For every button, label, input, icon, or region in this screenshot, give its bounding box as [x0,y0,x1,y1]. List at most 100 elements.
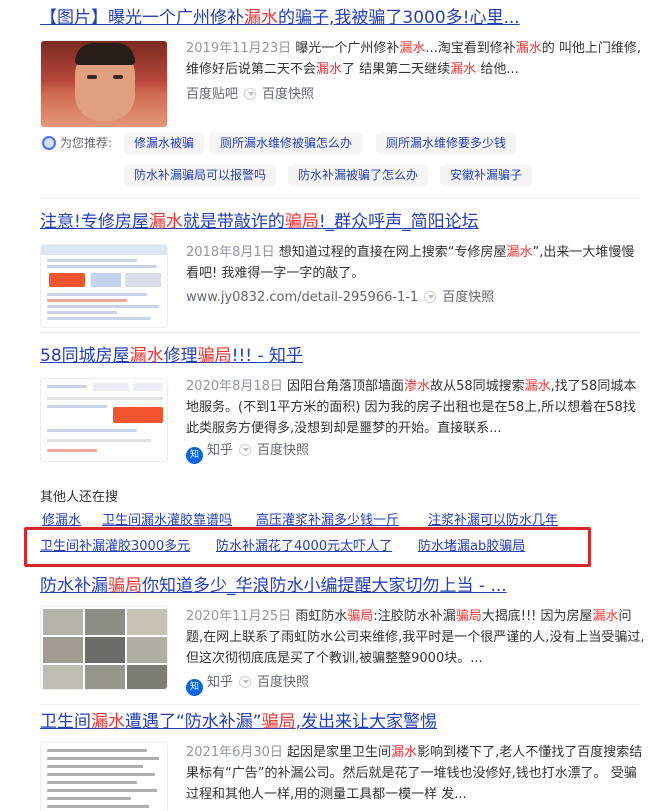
recommend-tag[interactable]: 安徽补漏骗子 [440,164,533,186]
recommend-tag[interactable]: 防水补漏被骗了怎么办 [288,164,429,186]
webpage-screenshot-image [41,245,167,327]
title-highlight[interactable]: 骗局 [262,712,296,732]
result-title[interactable]: 防水补漏骗局你知道多少_华浪防水小编提醒大家切勿上当 - ... [40,574,507,598]
snippet-text: 大揭底!!! 因为房屋 [481,609,593,624]
snippet-highlight: 漏水 [391,745,418,760]
dropdown-icon[interactable] [239,444,252,456]
others-search-title: 其他人还在搜 [40,490,119,505]
related-search-link[interactable]: 防水补漏花了4000元太吓人了 [216,538,392,556]
title-text[interactable]: 防水补漏 [40,576,108,596]
title-text[interactable]: 卫生间 [40,712,91,732]
result-title[interactable]: 注意!专修房屋漏水就是带敲诈的骗局!_群众呼声_简阳论坛 [40,210,479,234]
source-name[interactable]: 百度贴吧 [186,87,238,102]
snippet-highlight: 漏水 [524,379,551,394]
title-text[interactable]: !_群众呼声_简阳论坛 [319,212,479,232]
title-highlight[interactable]: 骗局 [108,576,142,596]
title-highlight[interactable]: 骗局 [285,212,319,232]
title-text[interactable]: 就是带敲诈的 [183,212,285,232]
snippet-text: 了 结果第二天继续 [342,62,451,77]
recommend-tag[interactable]: 厕所漏水维修被骗怎么办 [210,132,363,154]
result-source: www.jy0832.com/detail-295966-1-1 百度快照 [186,289,494,307]
snippet-highlight: 骗局 [347,609,374,624]
snippet-highlight: 漏水 [515,41,542,56]
result-source: 百度贴吧 百度快照 [186,86,314,104]
title-text[interactable]: ,发出来让大家警惕 [296,712,437,732]
source-name[interactable]: 知乎 [207,675,233,690]
result-date: 2020年11月25日 [186,609,292,624]
recommend-label: 为您推荐: [42,132,112,154]
title-text[interactable]: 的骗子,我被骗了3000多!心里... [278,8,520,28]
result-date: 2019年11月23日 [186,41,292,56]
result-snippet: 2021年6月30日 起因是家里卫生间漏水影响到楼下了,老人不懂找了百度搜索结果… [186,742,646,805]
result-title[interactable]: 【图片】曝光一个广州修补漏水的骗子,我被骗了3000多!心里... [40,6,520,30]
result-snippet: 2018年8月1日 想知道过程的直接在网上搜索“专修房屋漏水”,出来一大堆慢慢看… [186,242,646,284]
result-snippet: 2019年11月23日 曝光一个广州修补漏水...淘宝看到修补漏水的 叫他上门维… [186,38,646,80]
title-highlight[interactable]: 骗局 [198,346,232,366]
snippet-highlight: 漏水 [592,609,619,624]
recommend-icon [42,136,56,150]
snapshot-link[interactable]: 百度快照 [257,675,309,690]
snippet-highlight: 漏水 [506,245,533,260]
result-snippet: 2020年11月25日 雨虹防水骗局:注胶防水补漏骗局大揭底!!! 因为房屋漏水… [186,606,646,669]
result-4: 防水补漏骗局你知道多少_华浪防水小编提醒大家切勿上当 - ... 2020年11… [40,574,645,702]
result-2: 注意!专修房屋漏水就是带敲诈的骗局!_群众呼声_简阳论坛 2018年8月1日 想… [40,210,640,340]
result-thumbnail[interactable] [40,606,168,690]
dropdown-icon[interactable] [424,291,437,303]
title-text[interactable]: 你知道多少_华浪防水小编提醒大家切勿上当 - ... [142,576,507,596]
snapshot-link[interactable]: 百度快照 [442,290,494,305]
title-text[interactable]: 58同城房屋 [40,346,130,366]
zhihu-logo-icon: 知 [186,447,203,464]
zhihu-logo-icon: 知 [186,679,203,696]
snapshot-link[interactable]: 百度快照 [257,443,309,458]
snippet-text: 起因是家里卫生间 [287,745,392,760]
snippet-highlight: 漏水 [399,41,426,56]
snippet-text: 给他... [476,62,519,77]
title-highlight[interactable]: 漏水 [244,8,278,28]
result-date: 2018年8月1日 [186,245,275,260]
snippet-highlight: 漏水 [316,62,343,77]
snapshot-link[interactable]: 百度快照 [262,87,314,102]
result-source: 知知乎 百度快照 [186,674,309,696]
snippet-text: 曝光一个广州修补 [295,41,400,56]
text-screenshot-image [41,743,167,811]
recommend-tag[interactable]: 厕所漏水维修要多少钱 [376,132,517,154]
source-url[interactable]: www.jy0832.com/detail-295966-1-1 [186,290,418,305]
title-text[interactable]: 【图片】曝光一个广州修补 [40,8,244,28]
divider [40,198,640,199]
result-snippet: 2020年8月18日 因阳台角落顶部墙面渗水故从58同城搜索漏水,找了58同城本… [186,376,646,439]
snippet-text: 故从58同城搜索 [430,379,525,394]
recommend-tag[interactable]: 修漏水被骗 [124,132,205,154]
result-thumbnail[interactable] [40,40,168,128]
title-text[interactable]: !!! - 知乎 [232,346,303,366]
divider [40,332,640,333]
result-3: 58同城房屋漏水修理骗局!!! - 知乎 2020年8月18日 因阳台角落顶部墙… [40,344,640,474]
title-highlight[interactable]: 漏水 [91,712,125,732]
recommend-label-text: 为您推荐: [60,136,113,150]
result-title[interactable]: 卫生间漏水遭遇了“防水补漏”骗局,发出来让大家警惕 [40,710,437,734]
divider [40,704,640,705]
dropdown-icon[interactable] [239,676,252,688]
related-search-link[interactable]: 防水堵漏ab胶骗局 [418,538,525,556]
title-highlight[interactable]: 漏水 [149,212,183,232]
title-text[interactable]: 修理 [164,346,198,366]
snippet-highlight: 漏水 [450,62,477,77]
result-thumbnail[interactable] [40,378,168,462]
snippet-text: 因阳台角落顶部墙面 [287,379,405,394]
result-date: 2021年6月30日 [186,745,283,760]
title-text[interactable]: 注意!专修房屋 [40,212,149,232]
related-search-link[interactable]: 卫生间补漏灌胶3000多元 [40,538,190,556]
result-title[interactable]: 58同城房屋漏水修理骗局!!! - 知乎 [40,344,303,368]
snippet-highlight: 渗水 [404,379,431,394]
result-thumbnail[interactable] [40,742,168,811]
snippet-text: ...淘宝看到修补 [425,41,516,56]
result-thumbnail[interactable] [40,244,168,328]
app-screenshot-image [41,379,167,461]
source-name[interactable]: 知乎 [207,443,233,458]
title-text[interactable]: 遭遇了“防水补漏” [125,712,262,732]
portrait-image [41,41,167,127]
title-highlight[interactable]: 漏水 [130,346,164,366]
dropdown-icon[interactable] [244,88,257,100]
recommend-tag[interactable]: 防水补漏骗局可以报警吗 [124,164,277,186]
snippet-text: :注胶防水补漏 [373,609,456,624]
photo-grid-image [41,607,167,689]
